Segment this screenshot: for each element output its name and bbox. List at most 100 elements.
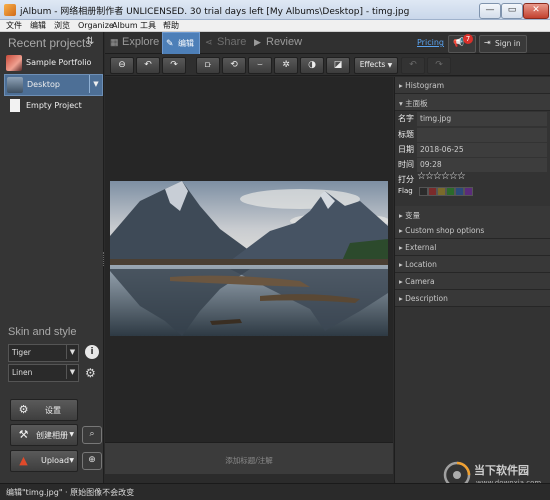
section-variables[interactable]: ▸ 变量 (395, 206, 550, 223)
section-main-panel[interactable]: ▾ 主面板 (395, 94, 550, 111)
grid-icon: ▦ (110, 37, 119, 47)
section-histogram[interactable]: ▸ Histogram (395, 77, 550, 94)
style-select[interactable]: Linen ▼ (8, 364, 79, 382)
name-label: 名字 (398, 114, 414, 123)
chevron-down-icon: ▼ (66, 345, 78, 359)
resize-handle[interactable] (103, 252, 107, 266)
document-icon (10, 99, 20, 112)
contrast-button[interactable]: ◑ (300, 57, 324, 74)
tab-edit[interactable]: ✎ 编辑 (162, 32, 200, 55)
tab-share[interactable]: ⋖ Share (202, 32, 248, 53)
upload-button[interactable]: ▲ Upload ▼ (10, 450, 78, 472)
section-location[interactable]: ▸ Location (395, 256, 550, 273)
tab-explore[interactable]: ▦ Explore (107, 32, 161, 53)
rotate-right-button[interactable]: ↷ (162, 57, 186, 74)
rating-stars[interactable]: ☆☆☆☆☆☆ (417, 171, 466, 182)
pencil-icon: ✎ (166, 38, 174, 48)
project-thumbnail-icon (7, 77, 23, 93)
share-icon: ⋖ (205, 37, 213, 47)
app-logo-icon (4, 4, 16, 16)
section-label: External (405, 243, 437, 252)
section-description[interactable]: ▸ Description (395, 290, 550, 307)
section-external[interactable]: ▸ External (395, 239, 550, 256)
section-custom-shop[interactable]: ▸ Custom shop options (395, 222, 550, 239)
status-message: 编辑"timg.jpg" · 原始图像不会改变 (6, 488, 135, 497)
minimize-button[interactable]: — (479, 3, 501, 19)
project-desktop[interactable]: Desktop ▼ (4, 74, 103, 96)
project-label: Desktop (27, 80, 60, 89)
menu-tools[interactable]: 工具 (140, 20, 156, 32)
menu-album[interactable]: Album (112, 20, 138, 32)
maximize-button[interactable]: ▭ (501, 3, 523, 19)
project-empty[interactable]: Empty Project (4, 96, 101, 116)
undo-button[interactable]: ↶ (401, 57, 425, 74)
section-label: Custom shop options (405, 226, 485, 235)
tab-review[interactable]: ▶ Review (251, 32, 302, 53)
rotate-left-button[interactable]: ↶ (136, 57, 160, 74)
notification-count: 7 (463, 34, 473, 44)
flag-label: Flag (398, 187, 413, 195)
notifications-button[interactable]: 📢 7 (448, 34, 476, 53)
crop-button[interactable]: ⟥ (196, 57, 220, 74)
pricing-link[interactable]: Pricing (417, 38, 444, 47)
rating-label: 打分 (398, 175, 414, 184)
hammer-icon: ⚒ (18, 428, 29, 441)
brightness-button[interactable]: ✲ (274, 57, 298, 74)
title-field[interactable] (417, 128, 547, 142)
project-sample-portfolio[interactable]: Sample Portfolio (4, 53, 101, 73)
settings-button[interactable]: ⚙ 设置 (10, 399, 78, 421)
tab-bar: ▦ Explore ✎ 编辑 ⋖ Share ▶ Review Pricing … (105, 32, 550, 55)
section-label: Camera (405, 277, 435, 286)
menu-edit[interactable]: 编辑 (30, 20, 46, 32)
close-button[interactable]: ✕ (523, 3, 549, 19)
date-value: 2018-06-25 (420, 145, 464, 154)
menu-file[interactable]: 文件 (6, 20, 22, 32)
effects-button[interactable]: Effects ▼ (354, 57, 398, 74)
edited-photo[interactable] (110, 181, 388, 336)
time-field[interactable]: 09:28 (417, 158, 547, 172)
flag-swatch[interactable] (464, 187, 473, 196)
project-label: Sample Portfolio (26, 58, 92, 67)
edit-toolbar: ⊖ ↶ ↷ ⟥ ⟲ ⌣ ✲ ◑ ◪ Effects ▼ ↶ ↷ (105, 54, 550, 76)
date-label: 日期 (398, 145, 414, 154)
menu-organize[interactable]: Organize (78, 20, 114, 32)
section-label: Histogram (405, 81, 445, 90)
recent-projects-title: Recent projects (8, 36, 92, 50)
caption-bar[interactable]: 添加标题/注解 (105, 442, 393, 474)
caption-placeholder: 添加标题/注解 (225, 456, 273, 465)
flag-swatch[interactable] (446, 187, 455, 196)
flag-swatch[interactable] (455, 187, 464, 196)
make-album-label: 创建相册 (36, 431, 68, 440)
sort-icon[interactable]: ⇅ (86, 36, 94, 47)
menu-help[interactable]: 帮助 (163, 20, 179, 32)
flag-swatch[interactable] (437, 187, 446, 196)
straighten-button[interactable]: ⟲ (222, 57, 246, 74)
date-field[interactable]: 2018-06-25 (417, 143, 547, 157)
title-bar: jAlbum - 网络相册制作者 UNLICENSED. 30 trial da… (0, 0, 550, 20)
time-label: 时间 (398, 160, 414, 169)
search-icon[interactable]: ⌕ (82, 426, 102, 444)
chevron-down-icon[interactable]: ▼ (89, 75, 102, 93)
menu-bar: 文件 编辑 浏览 Organize Album 工具 帮助 (0, 20, 550, 32)
sign-in-icon: ⇥ (484, 38, 491, 47)
zoom-icon[interactable]: ⊕ (82, 452, 102, 470)
effects-label: Effects (359, 60, 386, 69)
skin-select[interactable]: Tiger ▼ (8, 344, 79, 362)
flag-swatch[interactable] (419, 187, 428, 196)
redo-button[interactable]: ↷ (427, 57, 451, 74)
right-panel: ▸ Histogram ▾ 主面板 名字 timg.jpg 标题 日期 2018… (394, 77, 550, 483)
menu-browse[interactable]: 浏览 (54, 20, 70, 32)
upload-icon: ▲ (19, 454, 28, 467)
tab-label: Explore (122, 36, 160, 48)
gear-icon[interactable]: ⚙ (85, 366, 96, 380)
flag-swatch[interactable] (428, 187, 437, 196)
info-icon[interactable]: i (85, 345, 99, 359)
section-label: Description (405, 294, 448, 303)
make-album-button[interactable]: ⚒ 创建相册 ▼ (10, 424, 78, 446)
red-eye-button[interactable]: ⌣ (248, 57, 272, 74)
sign-in-button[interactable]: ⇥ Sign in (479, 35, 527, 53)
levels-button[interactable]: ◪ (326, 57, 350, 74)
zoom-out-button[interactable]: ⊖ (110, 57, 134, 74)
section-camera[interactable]: ▸ Camera (395, 273, 550, 290)
name-field[interactable]: timg.jpg (417, 112, 547, 126)
